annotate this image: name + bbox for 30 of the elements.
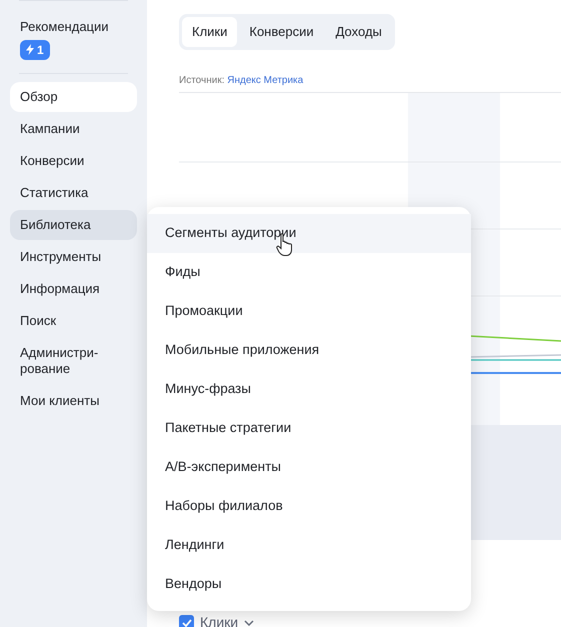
chevron-down-icon[interactable] bbox=[244, 620, 254, 626]
checkbox[interactable] bbox=[179, 615, 194, 627]
source-label: Источник: bbox=[179, 74, 226, 86]
sidebar-item[interactable]: Обзор bbox=[10, 82, 137, 112]
menu-item[interactable]: Вендоры bbox=[147, 565, 471, 604]
menu-item[interactable]: Пакетные стратегии bbox=[147, 409, 471, 448]
legend-label: Клики bbox=[200, 613, 238, 627]
sidebar-item[interactable]: Поиск bbox=[10, 306, 137, 336]
sidebar-item[interactable]: Администри-рование bbox=[10, 338, 137, 384]
sidebar-item[interactable]: Конверсии bbox=[10, 146, 137, 176]
source-link[interactable]: Яндекс Метрика bbox=[227, 74, 304, 86]
sidebar-item[interactable]: Статистика bbox=[10, 178, 137, 208]
sidebar-item[interactable]: Информация bbox=[10, 274, 137, 304]
recommendations-link[interactable]: Рекомендации bbox=[20, 17, 127, 36]
sidebar-item[interactable]: Кампании bbox=[10, 114, 137, 144]
count-badge: 1 bbox=[20, 40, 50, 60]
menu-item[interactable]: A/B-эксперименты bbox=[147, 448, 471, 487]
tab[interactable]: Клики bbox=[182, 17, 238, 46]
sidebar-item[interactable]: Инструменты bbox=[10, 242, 137, 272]
menu-item[interactable]: Фиды bbox=[147, 253, 471, 292]
sidebar-item[interactable]: Библиотека bbox=[10, 210, 137, 240]
menu-item[interactable]: Промоакции bbox=[147, 292, 471, 331]
tab[interactable]: Доходы bbox=[326, 17, 392, 46]
menu-item[interactable]: Мобильные приложения bbox=[147, 331, 471, 370]
menu-item[interactable]: Минус-фразы bbox=[147, 370, 471, 409]
tab[interactable]: Конверсии bbox=[239, 17, 324, 46]
menu-item[interactable]: Лендинги bbox=[147, 526, 471, 565]
menu-item[interactable]: Сегменты аудитории bbox=[147, 214, 471, 253]
sidebar-item[interactable]: Мои клиенты bbox=[10, 386, 137, 416]
menu-item[interactable]: Наборы филиалов bbox=[147, 487, 471, 526]
